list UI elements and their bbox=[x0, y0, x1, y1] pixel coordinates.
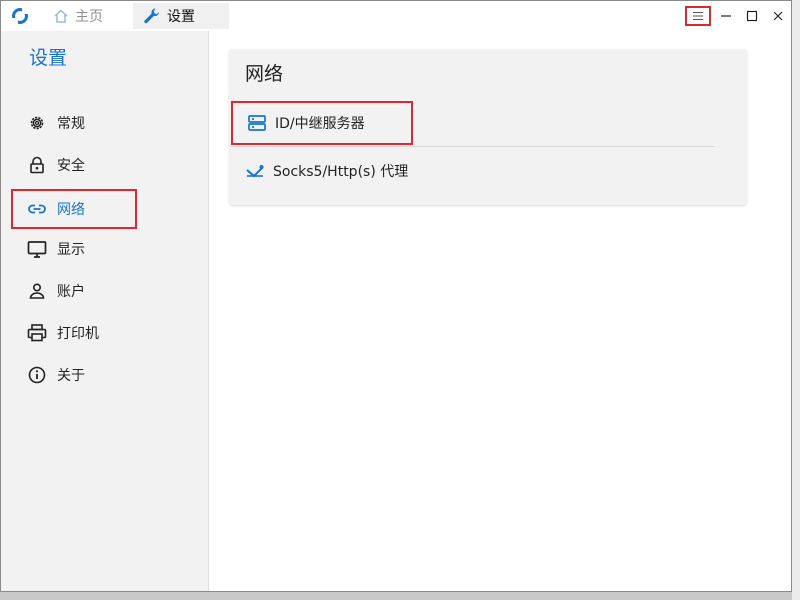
lock-icon bbox=[27, 155, 47, 175]
sidebar-item-about[interactable]: 关于 bbox=[11, 356, 137, 394]
settings-main-panel: 网络 ID/中继服务器 Socks5/Http(s) 代理 bbox=[209, 31, 791, 591]
sidebar-item-display[interactable]: 显示 bbox=[11, 230, 137, 268]
monitor-icon bbox=[27, 239, 47, 259]
title-bar: 主页 设置 bbox=[1, 1, 791, 31]
sidebar-item-security[interactable]: 安全 bbox=[11, 146, 137, 184]
server-icon bbox=[247, 113, 267, 133]
app-window: 主页 设置 设置 常规 安全 网络 显示 账户 打印机 关于 网络 ID/中继服… bbox=[0, 0, 792, 592]
network-card: 网络 ID/中继服务器 Socks5/Http(s) 代理 bbox=[229, 49, 747, 205]
sidebar-item-label: 打印机 bbox=[57, 326, 99, 342]
menu-icon bbox=[693, 12, 703, 20]
home-icon bbox=[53, 8, 69, 24]
proxy-icon bbox=[245, 161, 265, 181]
maximize-icon bbox=[746, 10, 758, 22]
tab-settings-label: 设置 bbox=[167, 9, 195, 25]
background-window-strip bbox=[792, 0, 800, 600]
maximize-button[interactable] bbox=[739, 6, 765, 26]
close-icon bbox=[773, 11, 783, 21]
tab-home-label: 主页 bbox=[75, 9, 103, 25]
settings-sidebar: 设置 常规 安全 网络 显示 账户 打印机 关于 bbox=[1, 31, 209, 591]
sidebar-item-label: 常规 bbox=[57, 116, 85, 132]
minimize-button[interactable] bbox=[713, 6, 739, 26]
sidebar-item-label: 网络 bbox=[57, 202, 85, 218]
tab-settings[interactable]: 设置 bbox=[133, 3, 229, 29]
sidebar-item-label: 账户 bbox=[57, 284, 85, 300]
sidebar-item-account[interactable]: 账户 bbox=[11, 272, 137, 310]
app-logo-icon bbox=[12, 8, 28, 24]
socks5-proxy-option[interactable]: Socks5/Http(s) 代理 bbox=[245, 157, 408, 185]
sidebar-item-network[interactable]: 网络 bbox=[11, 189, 137, 229]
printer-icon bbox=[27, 323, 47, 343]
sidebar-item-printer[interactable]: 打印机 bbox=[11, 314, 137, 352]
socks5-proxy-label: Socks5/Http(s) 代理 bbox=[273, 164, 409, 180]
id-relay-server-label: ID/中继服务器 bbox=[275, 116, 365, 132]
info-icon bbox=[27, 365, 47, 385]
sidebar-item-label: 关于 bbox=[57, 368, 85, 384]
id-relay-server-option[interactable]: ID/中继服务器 bbox=[231, 101, 413, 145]
sidebar-item-general[interactable]: 常规 bbox=[11, 104, 137, 142]
tab-home[interactable]: 主页 bbox=[41, 3, 131, 29]
person-icon bbox=[27, 281, 47, 301]
gear-icon bbox=[27, 113, 47, 133]
sidebar-title: 设置 bbox=[29, 47, 68, 69]
sidebar-item-label: 安全 bbox=[57, 158, 85, 174]
row-divider bbox=[231, 146, 715, 147]
wrench-icon bbox=[143, 7, 161, 25]
menu-button[interactable] bbox=[685, 6, 711, 26]
minimize-icon bbox=[721, 15, 731, 17]
sidebar-item-label: 显示 bbox=[57, 242, 85, 258]
card-title: 网络 bbox=[245, 63, 284, 85]
link-icon bbox=[27, 199, 47, 219]
close-button[interactable] bbox=[765, 6, 791, 26]
